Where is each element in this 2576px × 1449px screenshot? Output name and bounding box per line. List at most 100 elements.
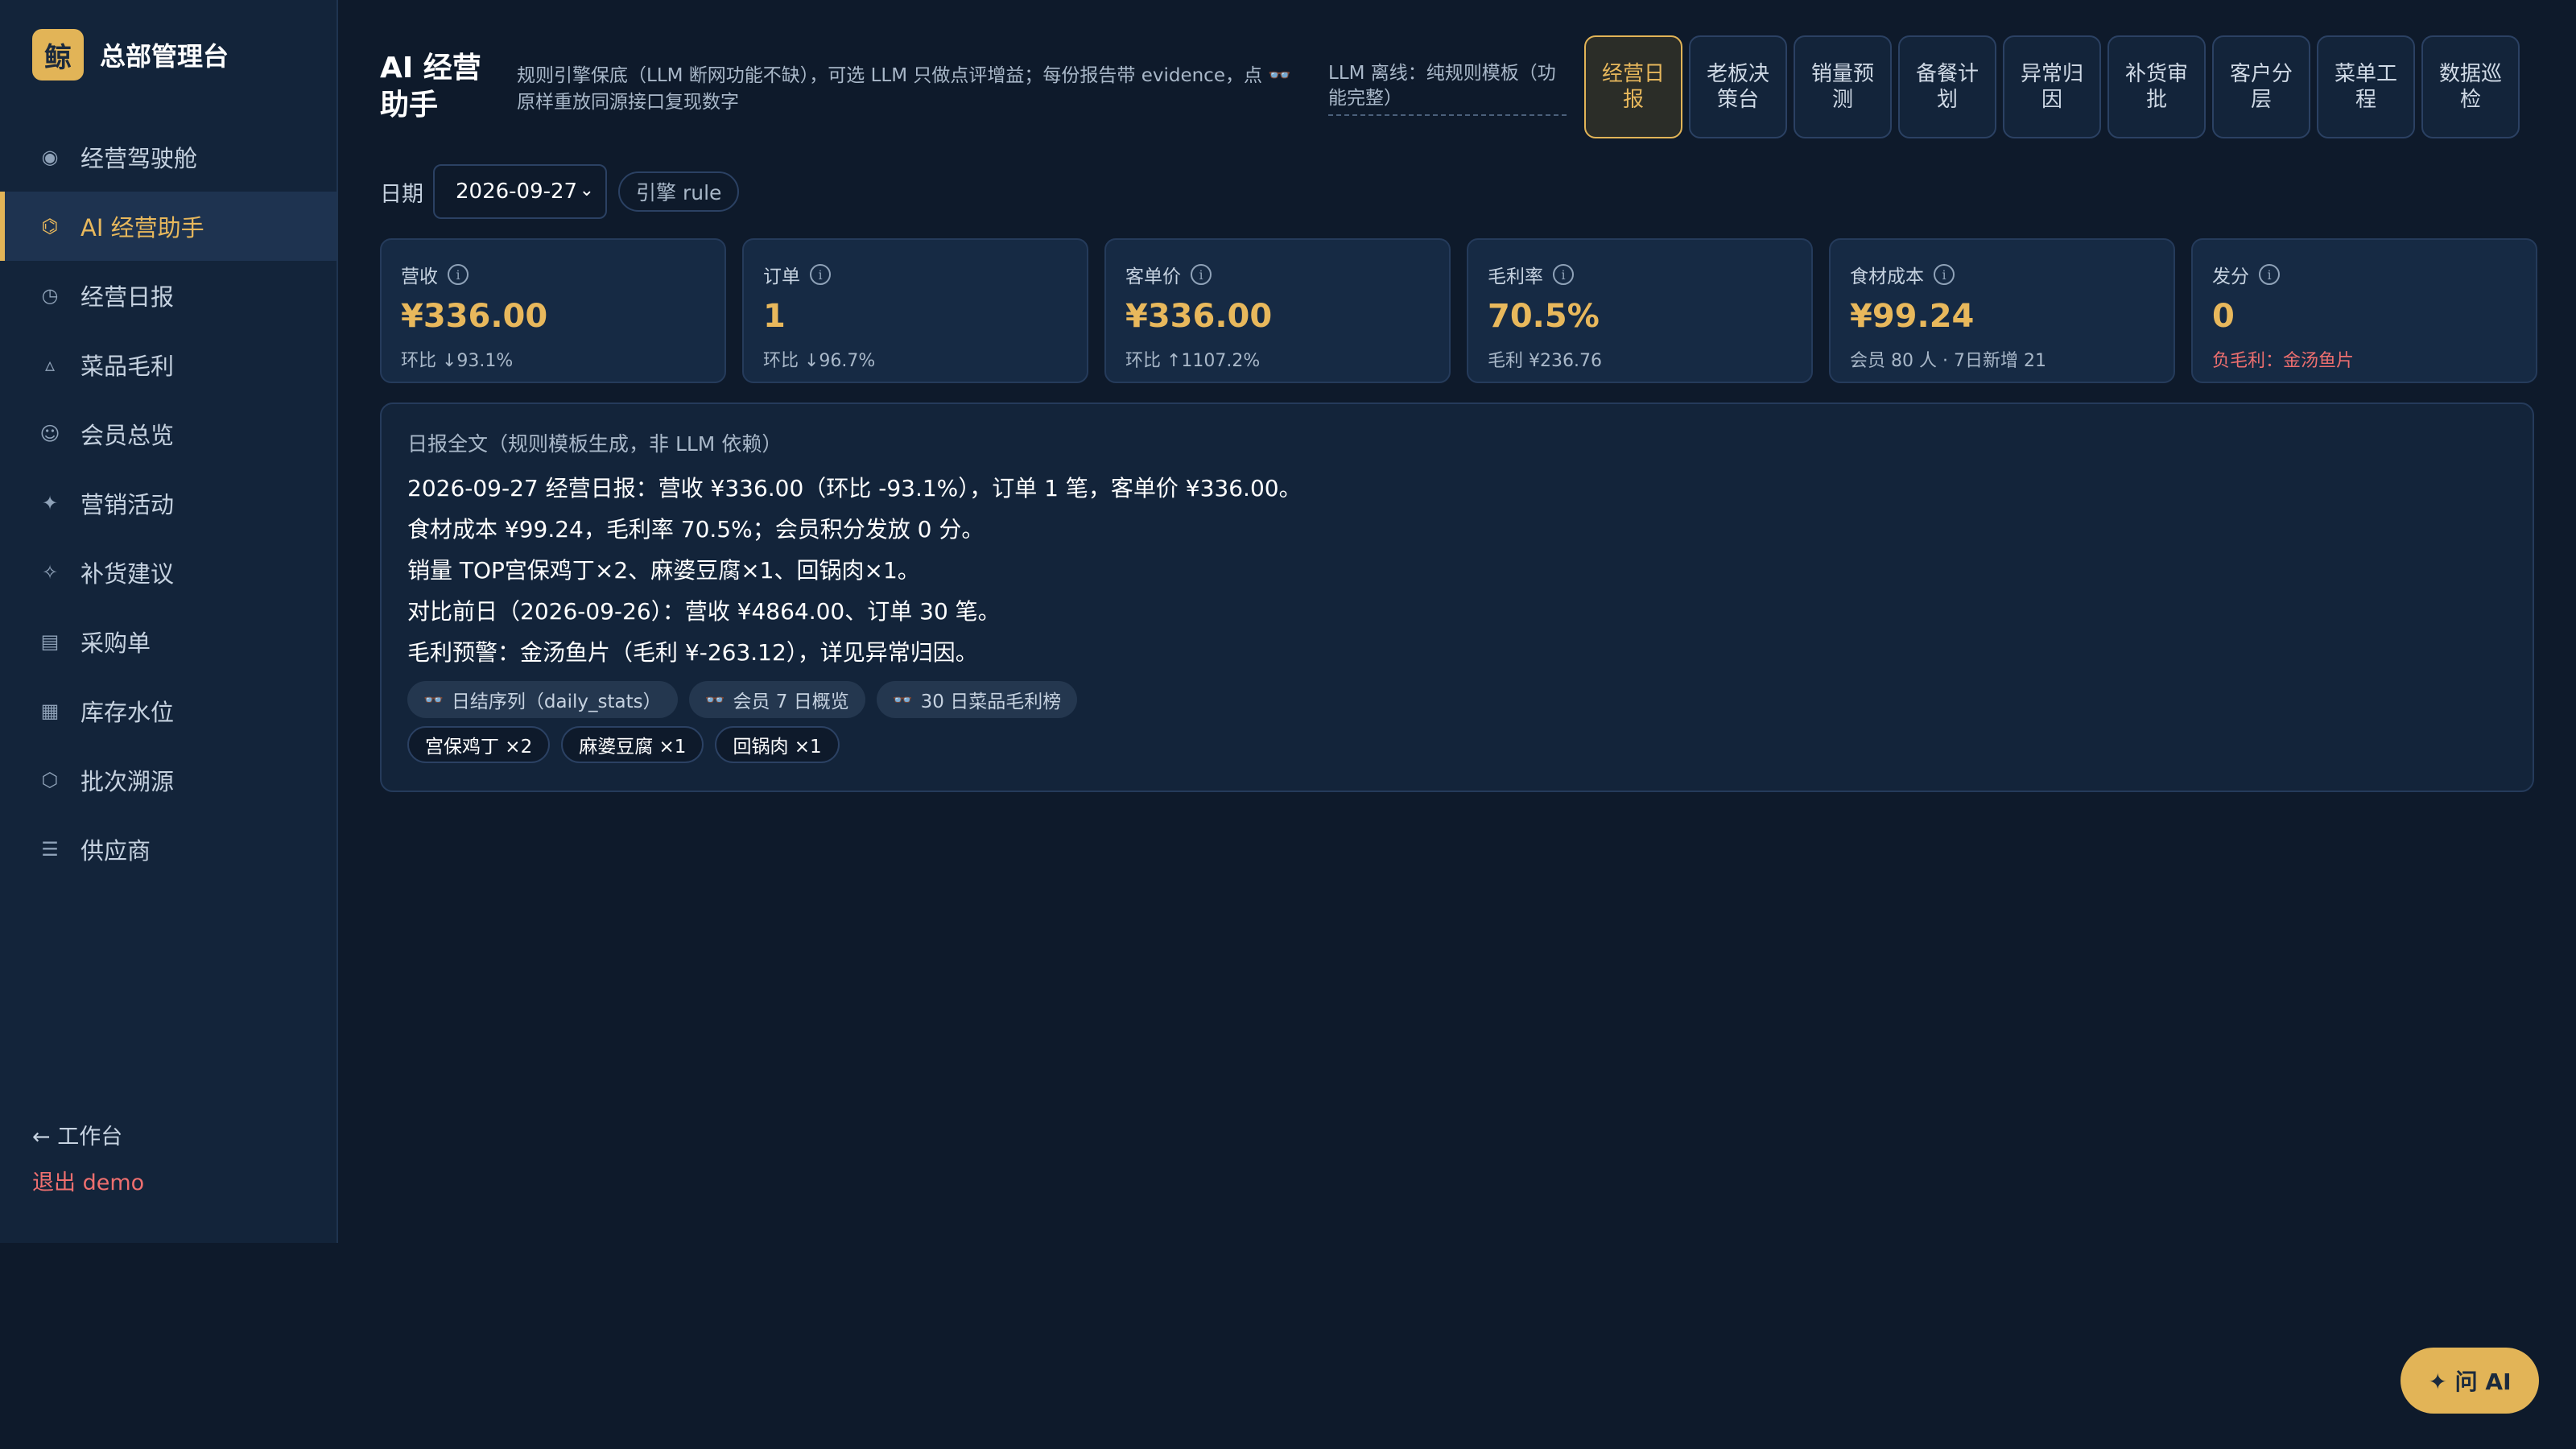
kpi-sub: 环比 ↓93.1%	[401, 351, 514, 371]
kpi-card-revenue: 营收 i ¥336.00 环比 ↓93.1%	[380, 238, 726, 383]
sidebar-item-label: 会员总览	[80, 422, 175, 449]
brand-logo: 鲸	[32, 29, 84, 80]
tab-restock-approval[interactable]: 补货审批	[2107, 35, 2206, 138]
kpi-label-text: 毛利率	[1488, 266, 1543, 287]
glasses-icon: 👓	[704, 690, 725, 709]
kpi-label: 客单价 i	[1125, 261, 1430, 288]
kpi-label: 发分 i	[2212, 261, 2516, 288]
sidebar: 鲸 总部管理台 ◉ 经营驾驶舱 ⌬ AI 经营助手 ◷ 经营日报 ▵ 菜品毛利 …	[0, 0, 338, 1243]
tab-data-inspection[interactable]: 数据巡检	[2421, 35, 2520, 138]
sidebar-item-members[interactable]: ☺ 会员总览	[0, 399, 336, 469]
llm-status-note: LLM 离线：纯规则模板（功能完整）	[1328, 61, 1567, 116]
kpi-sub: 毛利 ¥236.76	[1488, 351, 1602, 371]
sidebar-item-label: 经营驾驶舱	[80, 145, 198, 172]
sidebar-item-marketing[interactable]: ✦ 营销活动	[0, 469, 336, 538]
tab-bar: 经营日报 老板决策台 销量预测 备餐计划 异常归因 补货审批 客户分层 菜单工程…	[1584, 35, 2520, 138]
sidebar-item-inventory[interactable]: ▦ 库存水位	[0, 676, 336, 745]
kpi-label-text: 食材成本	[1850, 266, 1924, 287]
date-select-value: 2026-09-27	[456, 180, 578, 204]
evidence-chips: 👓 日结序列（daily_stats） 👓 会员 7 日概览 👓 30 日菜品毛…	[407, 681, 2507, 718]
ask-ai-button[interactable]: ✦ 问 AI	[2401, 1348, 2539, 1414]
kpi-label-text: 订单	[763, 266, 800, 287]
glasses-icon: 👓	[423, 690, 444, 709]
info-icon[interactable]: i	[810, 264, 831, 285]
kpi-sub: 环比 ↑1107.2%	[1125, 351, 1261, 371]
evidence-chip-dish-margin-rank[interactable]: 👓 30 日菜品毛利榜	[876, 681, 1078, 718]
info-icon[interactable]: i	[2259, 264, 2280, 285]
star-icon: ✧	[41, 561, 59, 584]
report-line: 毛利预警：金汤鱼片（毛利 ¥-263.12），详见异常归因。	[407, 639, 978, 666]
sidebar-item-label: 供应商	[80, 837, 151, 865]
report-line: 2026-09-27 经营日报：营收 ¥336.00（环比 -93.1%），订单…	[407, 475, 1302, 502]
info-icon[interactable]: i	[448, 264, 469, 285]
sidebar-item-label: 经营日报	[80, 283, 175, 311]
dish-chips: 宫保鸡丁 ×2 麻婆豆腐 ×1 回锅肉 ×1	[407, 726, 2507, 763]
sidebar-item-label: AI 经营助手	[80, 214, 204, 242]
sidebar-item-daily-report[interactable]: ◷ 经营日报	[0, 261, 336, 330]
page-description: 规则引擎保底（LLM 断网功能不缺），可选 LLM 只做点评增益；每份报告带 e…	[517, 65, 1291, 113]
sidebar-item-purchase-order[interactable]: ▤ 采购单	[0, 607, 336, 676]
evidence-chip-label: 30 日菜品毛利榜	[920, 691, 1062, 712]
brand-name: 总部管理台	[100, 41, 229, 72]
kpi-card-food-cost: 食材成本 i ¥99.24 会员 80 人 · 7日新增 21	[1829, 238, 2175, 383]
kpi-value: 1	[763, 298, 786, 335]
sidebar-item-ai-assistant[interactable]: ⌬ AI 经营助手	[0, 192, 336, 261]
sidebar-item-label: 菜品毛利	[80, 353, 175, 380]
date-label: 日期	[380, 181, 423, 207]
clock-icon: ◷	[41, 284, 59, 307]
sidebar-item-suppliers[interactable]: ☰ 供应商	[0, 815, 336, 884]
grid-icon: ▦	[40, 700, 60, 722]
kpi-label-text: 营收	[401, 266, 438, 287]
kpi-sub: 环比 ↓96.7%	[763, 351, 876, 371]
kpi-label: 食材成本 i	[1850, 261, 2154, 288]
tab-daily-report[interactable]: 经营日报	[1584, 35, 1682, 138]
tab-prep-plan[interactable]: 备餐计划	[1898, 35, 1996, 138]
tab-menu-engineering[interactable]: 菜单工程	[2317, 35, 2415, 138]
kpi-label-text: 客单价	[1125, 266, 1181, 287]
info-icon[interactable]: i	[1191, 264, 1212, 285]
tab-customer-segments[interactable]: 客户分层	[2212, 35, 2310, 138]
sidebar-item-batch-trace[interactable]: ⬡ 批次溯源	[0, 745, 336, 815]
dish-chip: 宫保鸡丁 ×2	[407, 726, 551, 763]
tab-anomaly-attribution[interactable]: 异常归因	[2003, 35, 2101, 138]
kpi-label: 订单 i	[763, 261, 1067, 288]
evidence-chip-daily-stats[interactable]: 👓 日结序列（daily_stats）	[407, 681, 678, 718]
evidence-chip-member-overview[interactable]: 👓 会员 7 日概览	[688, 681, 865, 718]
sidebar-item-cockpit[interactable]: ◉ 经营驾驶舱	[0, 122, 336, 192]
brand: 鲸 总部管理台	[32, 29, 229, 80]
smiley-icon: ☺	[39, 423, 60, 445]
page-header: AI 经营助手 规则引擎保底（LLM 断网功能不缺），可选 LLM 只做点评增益…	[380, 34, 2537, 147]
dish-chip: 麻婆豆腐 ×1	[561, 726, 704, 763]
date-select[interactable]: 2026-09-27 ⌄	[433, 164, 607, 219]
logout-link[interactable]: 退出 demo	[32, 1165, 144, 1196]
list-box-icon: ▤	[40, 630, 60, 653]
glasses-icon: 👓	[892, 690, 913, 709]
kpi-value: 70.5%	[1488, 298, 1600, 335]
evidence-chip-label: 日结序列（daily_stats）	[451, 691, 662, 712]
kpi-label-text: 发分	[2212, 266, 2249, 287]
kpi-label: 营收 i	[401, 261, 705, 288]
info-icon[interactable]: i	[1934, 264, 1955, 285]
sidebar-item-label: 补货建议	[80, 560, 175, 588]
sidebar-item-label: 库存水位	[80, 699, 175, 726]
sidebar-item-label: 批次溯源	[80, 768, 175, 795]
sidebar-item-restock[interactable]: ✧ 补货建议	[0, 538, 336, 607]
sidebar-item-label: 营销活动	[80, 491, 175, 518]
ai-chip-icon: ⌬	[41, 215, 59, 237]
sidebar-item-dish-margin[interactable]: ▵ 菜品毛利	[0, 330, 336, 399]
kpi-sub-warning: 负毛利：金汤鱼片	[2212, 351, 2355, 371]
info-icon[interactable]: i	[1553, 264, 1574, 285]
tab-boss-decision[interactable]: 老板决策台	[1689, 35, 1787, 138]
triangle-icon: ▵	[44, 353, 56, 376]
report-line: 销量 TOP宫保鸡丁×2、麻婆豆腐×1、回锅肉×1。	[407, 557, 920, 584]
kpi-card-points-issued: 发分 i 0 负毛利：金汤鱼片	[2191, 238, 2537, 383]
dish-chip: 回锅肉 ×1	[715, 726, 840, 763]
page-title: AI 经营助手	[380, 52, 481, 122]
report-line: 对比前日（2026-09-26）：营收 ¥4864.00、订单 30 笔。	[407, 598, 1001, 625]
evidence-chip-label: 会员 7 日概览	[733, 691, 849, 712]
back-to-workbench-link[interactable]: ← 工作台	[32, 1119, 144, 1150]
app-root: 鲸 总部管理台 ◉ 经营驾驶舱 ⌬ AI 经营助手 ◷ 经营日报 ▵ 菜品毛利 …	[0, 0, 2576, 1449]
menu-lines-icon: ☰	[41, 838, 59, 861]
tab-sales-forecast[interactable]: 销量预测	[1794, 35, 1892, 138]
report-panel: 日报全文（规则模板生成，非 LLM 依赖） 2026-09-27 经营日报：营收…	[380, 402, 2534, 792]
